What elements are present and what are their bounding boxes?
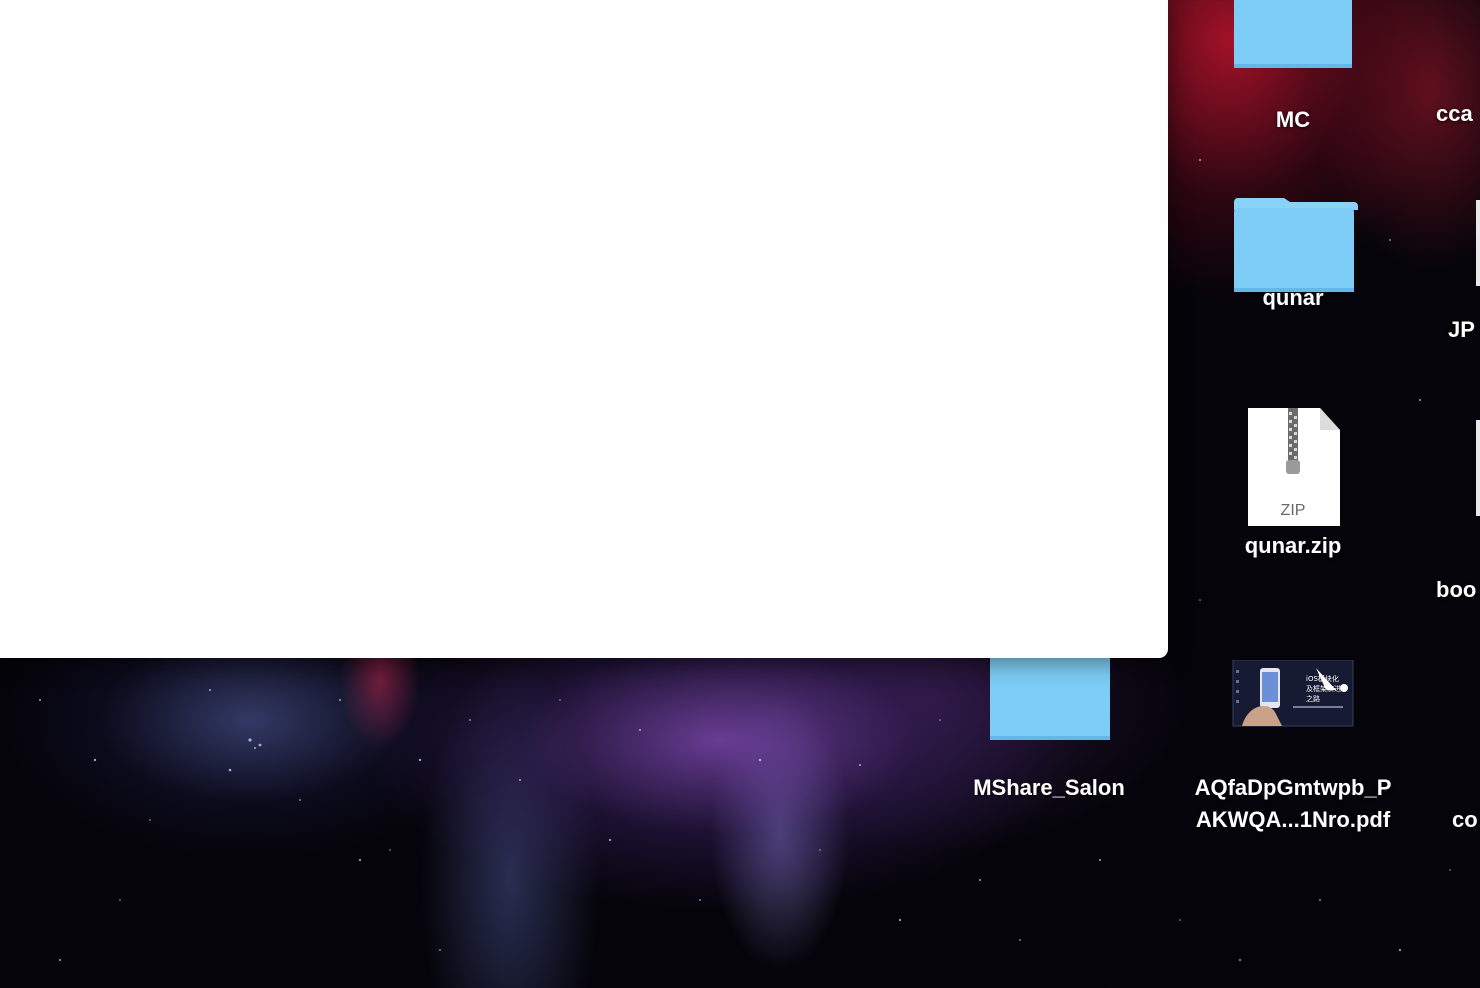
desktop-item-mc[interactable]: MC xyxy=(1173,0,1413,136)
finder-window[interactable] xyxy=(0,0,1168,658)
desktop-item-qunar-zip[interactable]: ZIP qunar.zip xyxy=(1173,400,1413,562)
item-label: co xyxy=(1452,807,1478,832)
desktop-item-mshare-salon[interactable]: MShare_Salon xyxy=(929,640,1169,804)
desktop-item-pdf[interactable]: iOS模块化及框架演进之路 AQfaDpGmtwpb_P AKWQA...1Nr… xyxy=(1173,659,1413,836)
item-label-line2: AKWQA...1Nro.pdf xyxy=(1195,807,1391,832)
item-label: MShare_Salon xyxy=(973,775,1125,800)
document-icon xyxy=(1476,420,1480,516)
desktop-item-co[interactable]: co xyxy=(1452,804,1480,836)
item-label-line1: AQfaDpGmtwpb_P xyxy=(1194,775,1392,800)
item-label: qunar.zip xyxy=(1244,533,1342,558)
desktop-item-qunar[interactable]: qunar xyxy=(1173,180,1413,314)
folder-icon xyxy=(1218,180,1368,320)
zip-archive-icon: ZIP xyxy=(1218,400,1368,530)
desktop-item-jp[interactable]: JP xyxy=(1448,200,1480,346)
pdf-thumbnail-icon: iOS模块化及框架演进之路 xyxy=(1218,659,1368,770)
item-label: boo xyxy=(1436,577,1477,602)
item-label: JP xyxy=(1448,317,1475,342)
desktop-item-boo[interactable]: boo xyxy=(1436,420,1480,606)
item-label: cca xyxy=(1436,101,1473,126)
pdf-thumbnail-title: iOS模块化及框架演进之路 xyxy=(1306,675,1341,703)
folder-icon xyxy=(974,640,1124,760)
zip-label: ZIP xyxy=(1280,502,1306,519)
desktop-item-cca[interactable]: cca xyxy=(1436,98,1480,130)
folder-icon xyxy=(1218,0,1368,120)
document-icon xyxy=(1476,200,1480,286)
